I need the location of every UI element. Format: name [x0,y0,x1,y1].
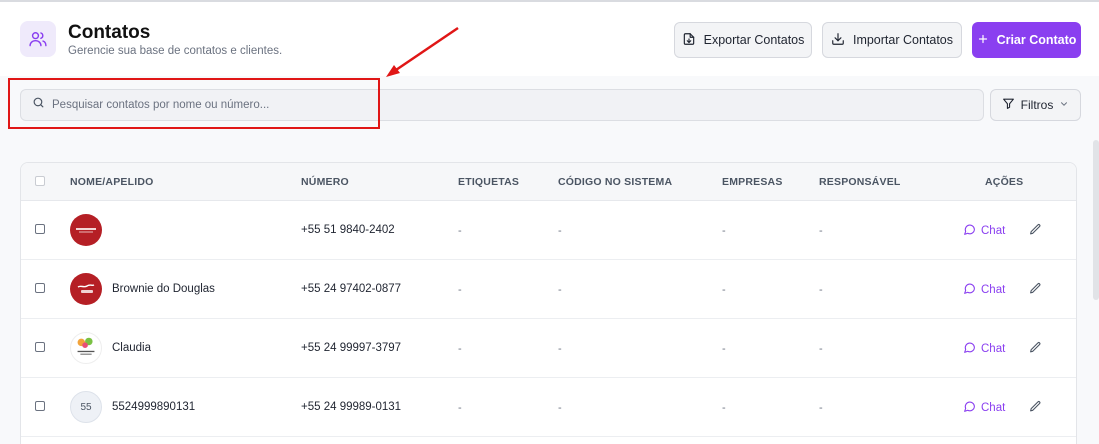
contact-code: - [558,402,562,414]
contact-number: +55 24 97402-0877 [301,283,402,295]
col-actions: AÇÕES [985,176,1024,188]
table-row[interactable]: Brownie do Douglas +55 24 97402-0877 - -… [21,260,1076,319]
annotation-highlight-box [8,78,380,129]
col-owner: RESPONSÁVEL [819,176,901,188]
page-header: Contatos Gerencie sua base de contatos e… [0,0,1099,76]
table-row[interactable]: +55 51 9840-2402 - - - - Chat [21,201,1076,260]
contact-number: +55 24 99997-3797 [301,342,402,354]
import-contacts-label: Importar Contatos [852,33,954,47]
contact-owner: - [819,343,823,355]
contact-owner: - [819,225,823,237]
export-contacts-button[interactable]: Exportar Contatos [674,22,812,58]
row-checkbox[interactable] [35,224,45,234]
edit-pencil-icon[interactable] [1029,400,1042,418]
contacts-table: NOME/APELIDO NÚMERO ETIQUETAS CÓDIGO NO … [20,162,1077,444]
brownie-logo-icon [70,273,102,305]
col-tags: ETIQUETAS [458,176,520,188]
chat-label: Chat [981,402,1006,414]
contact-owner: - [819,284,823,296]
contact-companies: - [722,343,726,355]
chat-bubble-icon [963,341,976,357]
chat-bubble-icon [963,223,976,239]
row-checkbox[interactable] [35,342,45,352]
flower-logo-icon [70,332,102,364]
col-number: NÚMERO [301,176,349,188]
table-row[interactable]: Claudia +55 24 99997-3797 - - - - Chat [21,319,1076,378]
chat-label: Chat [981,284,1006,296]
table-row[interactable]: 55 5524999890131 +55 24 99989-0131 - - -… [21,378,1076,437]
contact-number: +55 24 99989-0131 [301,401,402,413]
export-contacts-label: Exportar Contatos [703,33,805,47]
chat-bubble-icon [963,400,976,416]
contact-tags: - [458,284,462,296]
chat-bubble-icon [963,282,976,298]
filters-label: Filtros [1020,98,1054,112]
page-scrollbar[interactable] [1093,140,1099,300]
download-icon [831,32,845,49]
contact-tags: - [458,343,462,355]
filters-button[interactable]: Filtros [990,89,1081,121]
select-all-checkbox[interactable] [35,176,45,186]
contact-owner: - [819,402,823,414]
plus-icon [977,33,989,48]
edit-pencil-icon[interactable] [1029,341,1042,359]
col-name: NOME/APELIDO [70,176,154,188]
contact-name: Claudia [112,342,151,354]
contact-code: - [558,284,562,296]
create-contact-button[interactable]: Criar Contato [972,22,1081,58]
chevron-down-icon [1059,98,1069,112]
create-contact-label: Criar Contato [996,33,1077,47]
row-checkbox[interactable] [35,283,45,293]
filter-icon [1002,97,1015,113]
contact-code: - [558,343,562,355]
table-header: NOME/APELIDO NÚMERO ETIQUETAS CÓDIGO NO … [21,163,1076,201]
edit-pencil-icon[interactable] [1029,223,1042,241]
contact-tags: - [458,402,462,414]
contacts-icon [20,21,56,57]
contact-companies: - [722,402,726,414]
chat-button[interactable]: Chat [963,282,1005,298]
red-logo-icon [70,214,102,246]
contact-code: - [558,225,562,237]
contact-companies: - [722,284,726,296]
page-title: Contatos [68,22,151,43]
col-system-code: CÓDIGO NO SISTEMA [558,176,673,188]
contact-name: Brownie do Douglas [112,283,215,295]
initials-avatar: 55 [70,391,102,423]
file-export-icon [682,32,696,49]
chat-button[interactable]: Chat [963,400,1005,416]
page-subtitle: Gerencie sua base de contatos e clientes… [68,45,283,57]
contact-companies: - [722,225,726,237]
edit-pencil-icon[interactable] [1029,282,1042,300]
contact-number: +55 51 9840-2402 [301,224,395,236]
chat-button[interactable]: Chat [963,223,1005,239]
row-checkbox[interactable] [35,401,45,411]
contact-name: 5524999890131 [112,401,196,413]
contact-tags: - [458,225,462,237]
chat-button[interactable]: Chat [963,341,1005,357]
chat-label: Chat [981,343,1006,355]
col-companies: EMPRESAS [722,176,783,188]
import-contacts-button[interactable]: Importar Contatos [822,22,962,58]
chat-label: Chat [981,225,1006,237]
